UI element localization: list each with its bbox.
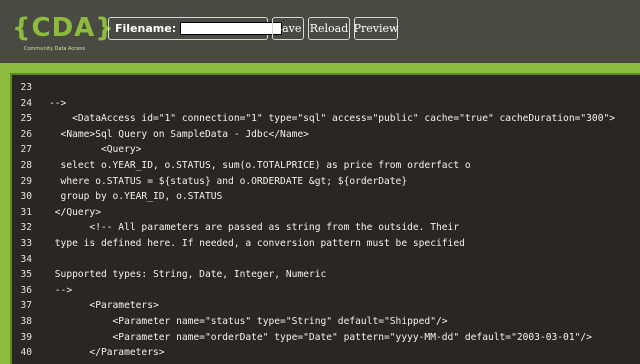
line-number: 34 (20, 253, 32, 265)
line-number: 30 (20, 191, 32, 203)
filename-label: Filename: (115, 22, 177, 35)
code-text: <Parameter name="status" type="String" d… (49, 316, 448, 327)
code-text: group by o.YEAR_ID, o.STATUS (49, 191, 223, 203)
code-line: 23 (12, 80, 640, 96)
code-text: <Parameter name="orderDate" type="Date" … (49, 331, 592, 343)
filename-input[interactable] (180, 22, 283, 35)
app-header: {CDA} Community Data Access Filename: Sa… (0, 0, 640, 63)
code-text: --> (49, 97, 67, 109)
code-line: 26 <Name>Sql Query on SampleData - Jdbc<… (12, 127, 640, 143)
line-number: 25 (20, 113, 32, 125)
code-line: 35 Supported types: String, Date, Intege… (12, 267, 640, 283)
code-text: <!-- All parameters are passed as string… (49, 222, 460, 234)
line-number: 28 (20, 160, 32, 171)
code-text: select o.YEAR_ID, o.STATUS, sum(o.TOTALP… (49, 160, 471, 171)
code-line: 36 --> (12, 283, 640, 299)
line-number: 26 (20, 128, 32, 140)
save-button[interactable]: Save (272, 17, 304, 40)
code-text: </Query> (49, 206, 101, 218)
code-text: <Query> (49, 144, 142, 156)
code-line: 25 <DataAccess id="1" connection="1" typ… (12, 111, 640, 127)
code-line: 31 </Query> (12, 205, 640, 221)
line-number: 24 (20, 97, 32, 109)
code-line: 39 <Parameter name="orderDate" type="Dat… (12, 330, 640, 346)
reload-button[interactable]: Reload (308, 17, 350, 40)
code-line: 29 where o.STATUS = ${status} and o.ORDE… (12, 174, 640, 190)
code-line: 40 </Parameters> (12, 345, 640, 361)
logo-text: {CDA} (12, 13, 115, 43)
code-line: 34 (12, 252, 640, 268)
code-editor[interactable]: 23 24 --> 25 <DataAccess id="1" connection=… (10, 73, 640, 364)
preview-button[interactable]: Preview (354, 17, 398, 40)
code-text: </Parameters> (49, 347, 165, 359)
line-number: 36 (20, 284, 32, 296)
cda-logo: {CDA} Community Data Access (12, 10, 114, 58)
line-number: 32 (20, 222, 32, 234)
line-number: 27 (20, 144, 32, 156)
code-text: <Name>Sql Query on SampleData - Jdbc</Na… (49, 128, 309, 140)
line-number: 33 (20, 238, 32, 249)
code-line: 38 <Parameter name="status" type="String… (12, 314, 640, 330)
line-number: 38 (20, 316, 32, 327)
filename-field-group: Filename: (108, 17, 283, 40)
logo-subtitle: Community Data Access (24, 46, 86, 52)
code-line: 24 --> (12, 96, 640, 112)
code-line: 28 select o.YEAR_ID, o.STATUS, sum(o.TOT… (12, 158, 640, 174)
line-number: 40 (20, 347, 32, 359)
line-number: 23 (20, 82, 32, 93)
code-text: <DataAccess id="1" connection="1" type="… (49, 113, 616, 125)
code-line: 27 <Query> (12, 142, 640, 158)
code-line: 37 <Parameters> (12, 298, 640, 314)
code-text: Supported types: String, Date, Integer, … (49, 269, 327, 281)
line-number: 35 (20, 269, 32, 281)
line-number: 39 (20, 331, 32, 343)
code-text: type is defined here. If needed, a conve… (49, 238, 465, 249)
line-number: 31 (20, 206, 32, 218)
code-text: <Parameters> (49, 300, 159, 312)
code-line: 33 type is defined here. If needed, a co… (12, 236, 640, 252)
code-text: --> (49, 284, 73, 296)
code-line: 30 group by o.YEAR_ID, o.STATUS (12, 189, 640, 205)
code-text: where o.STATUS = ${status} and o.ORDERDA… (49, 175, 408, 187)
line-number: 29 (20, 175, 32, 187)
code-line: 32 <!-- All parameters are passed as str… (12, 220, 640, 236)
line-number: 37 (20, 300, 32, 312)
